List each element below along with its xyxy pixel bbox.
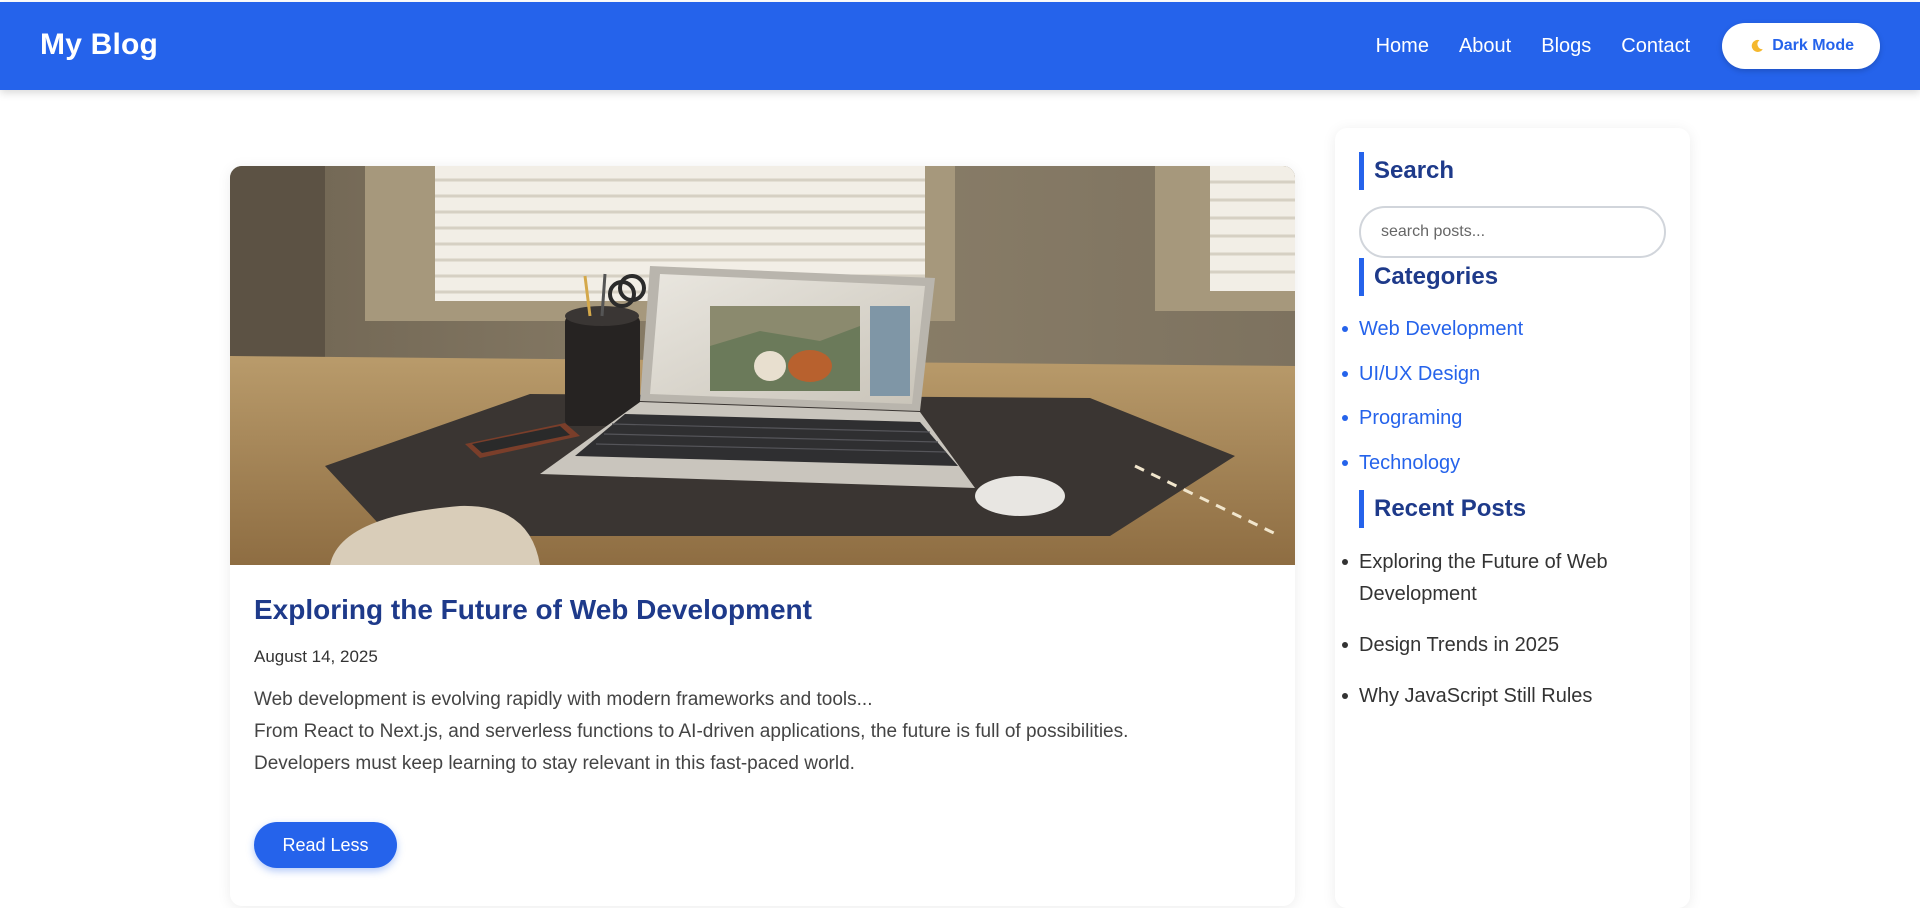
category-link-web-development[interactable]: Web Development [1341,316,1523,361]
category-link-technology[interactable]: Technology [1341,450,1523,495]
recent-post-link[interactable]: Design Trends in 2025 [1342,629,1639,661]
nav-about-link[interactable]: About [1459,23,1511,69]
sidebar: Search Categories Web Development UI/UX … [1335,128,1690,908]
main-nav: Home About Blogs Contact Dark Mode [1376,23,1880,69]
nav-home-link[interactable]: Home [1376,23,1429,69]
top-navbar: My Blog Home About Blogs Contact Dark Mo… [0,2,1920,90]
recent-posts-list: Exploring the Future of Web Development … [1342,546,1639,731]
nav-blogs-link[interactable]: Blogs [1541,23,1591,69]
post-body-line: Developers must keep learning to stay re… [254,753,855,774]
recent-posts-heading: Recent Posts [1359,490,1526,528]
search-heading: Search [1359,152,1454,190]
post-image-laptop-desk [230,166,1295,565]
recent-post-link[interactable]: Why JavaScript Still Rules [1342,680,1639,712]
post-body-line: Web development is evolving rapidly with… [254,689,873,710]
post-body-line: From React to Next.js, and serverless fu… [254,721,1129,742]
dark-mode-toggle-button[interactable]: Dark Mode [1722,23,1880,69]
post-body: Web development is evolving rapidly with… [254,684,1128,780]
site-logo[interactable]: My Blog [40,28,158,62]
recent-post-link[interactable]: Exploring the Future of Web Development [1342,546,1639,610]
post-card: Exploring the Future of Web Development … [230,166,1295,906]
read-less-button[interactable]: Read Less [254,822,397,868]
dark-mode-label: Dark Mode [1772,37,1854,54]
moon-icon [1750,39,1764,53]
categories-heading: Categories [1359,258,1498,296]
category-link-ui-ux-design[interactable]: UI/UX Design [1341,361,1523,406]
category-link-programing[interactable]: Programing [1341,405,1523,450]
category-list: Web Development UI/UX Design Programing … [1341,316,1523,495]
search-input[interactable] [1359,206,1666,258]
post-title[interactable]: Exploring the Future of Web Development [254,594,812,626]
post-date: August 14, 2025 [254,647,378,666]
nav-contact-link[interactable]: Contact [1621,23,1690,69]
